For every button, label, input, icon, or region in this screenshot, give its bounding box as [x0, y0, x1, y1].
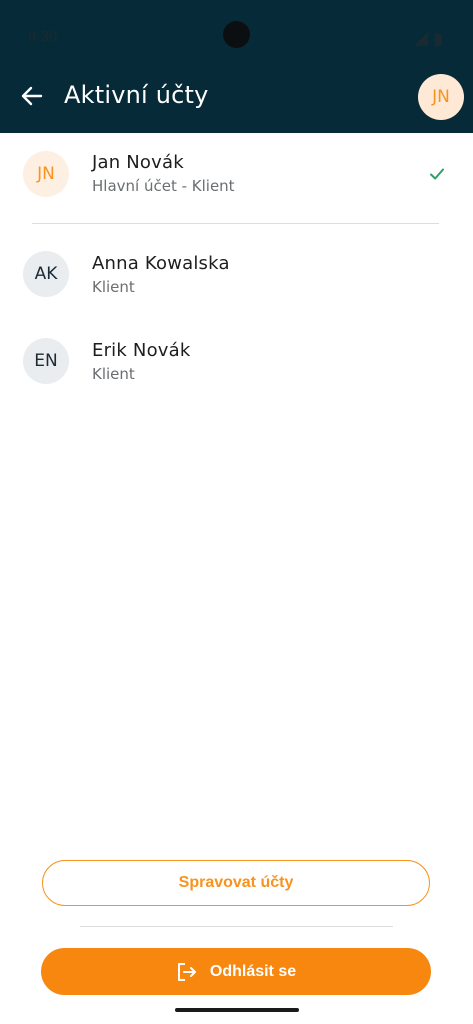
account-subtitle: Hlavní účet - Klient: [92, 177, 235, 195]
logout-label: Odhlásit se: [209, 962, 297, 980]
header-avatar[interactable]: JN: [418, 74, 464, 120]
avatar: EN: [23, 338, 69, 384]
account-name: Anna Kowalska: [92, 253, 230, 274]
logout-icon: [177, 962, 196, 981]
back-button[interactable]: [16, 80, 48, 112]
manage-accounts-button[interactable]: Spravovat účty: [42, 860, 430, 906]
checkmark-icon: [430, 168, 444, 180]
account-item-anna-kowalska[interactable]: AK Anna Kowalska Klient: [0, 234, 473, 314]
account-item-erik-novak[interactable]: EN Erik Novák Klient: [0, 321, 473, 401]
account-subtitle: Klient: [92, 365, 135, 383]
app-header: 9:30 Aktivní účty JN: [0, 0, 473, 133]
logout-button[interactable]: Odhlásit se: [41, 948, 431, 995]
account-item-jan-novak[interactable]: JN Jan Novák Hlavní účet - Klient: [0, 134, 473, 214]
account-name: Erik Novák: [92, 340, 191, 361]
divider: [80, 926, 393, 927]
signal-battery-icon: [414, 32, 442, 46]
page-title: Aktivní účty: [64, 81, 209, 109]
camera-cutout: [223, 21, 250, 48]
account-subtitle: Klient: [92, 278, 135, 296]
avatar: JN: [23, 151, 69, 197]
avatar: AK: [23, 251, 69, 297]
account-name: Jan Novák: [92, 152, 184, 173]
arrow-left-icon: [21, 86, 43, 106]
manage-accounts-label: Spravovat účty: [178, 874, 294, 891]
home-indicator[interactable]: [175, 1008, 299, 1012]
divider: [32, 223, 439, 224]
status-time: 9:30: [28, 28, 58, 45]
